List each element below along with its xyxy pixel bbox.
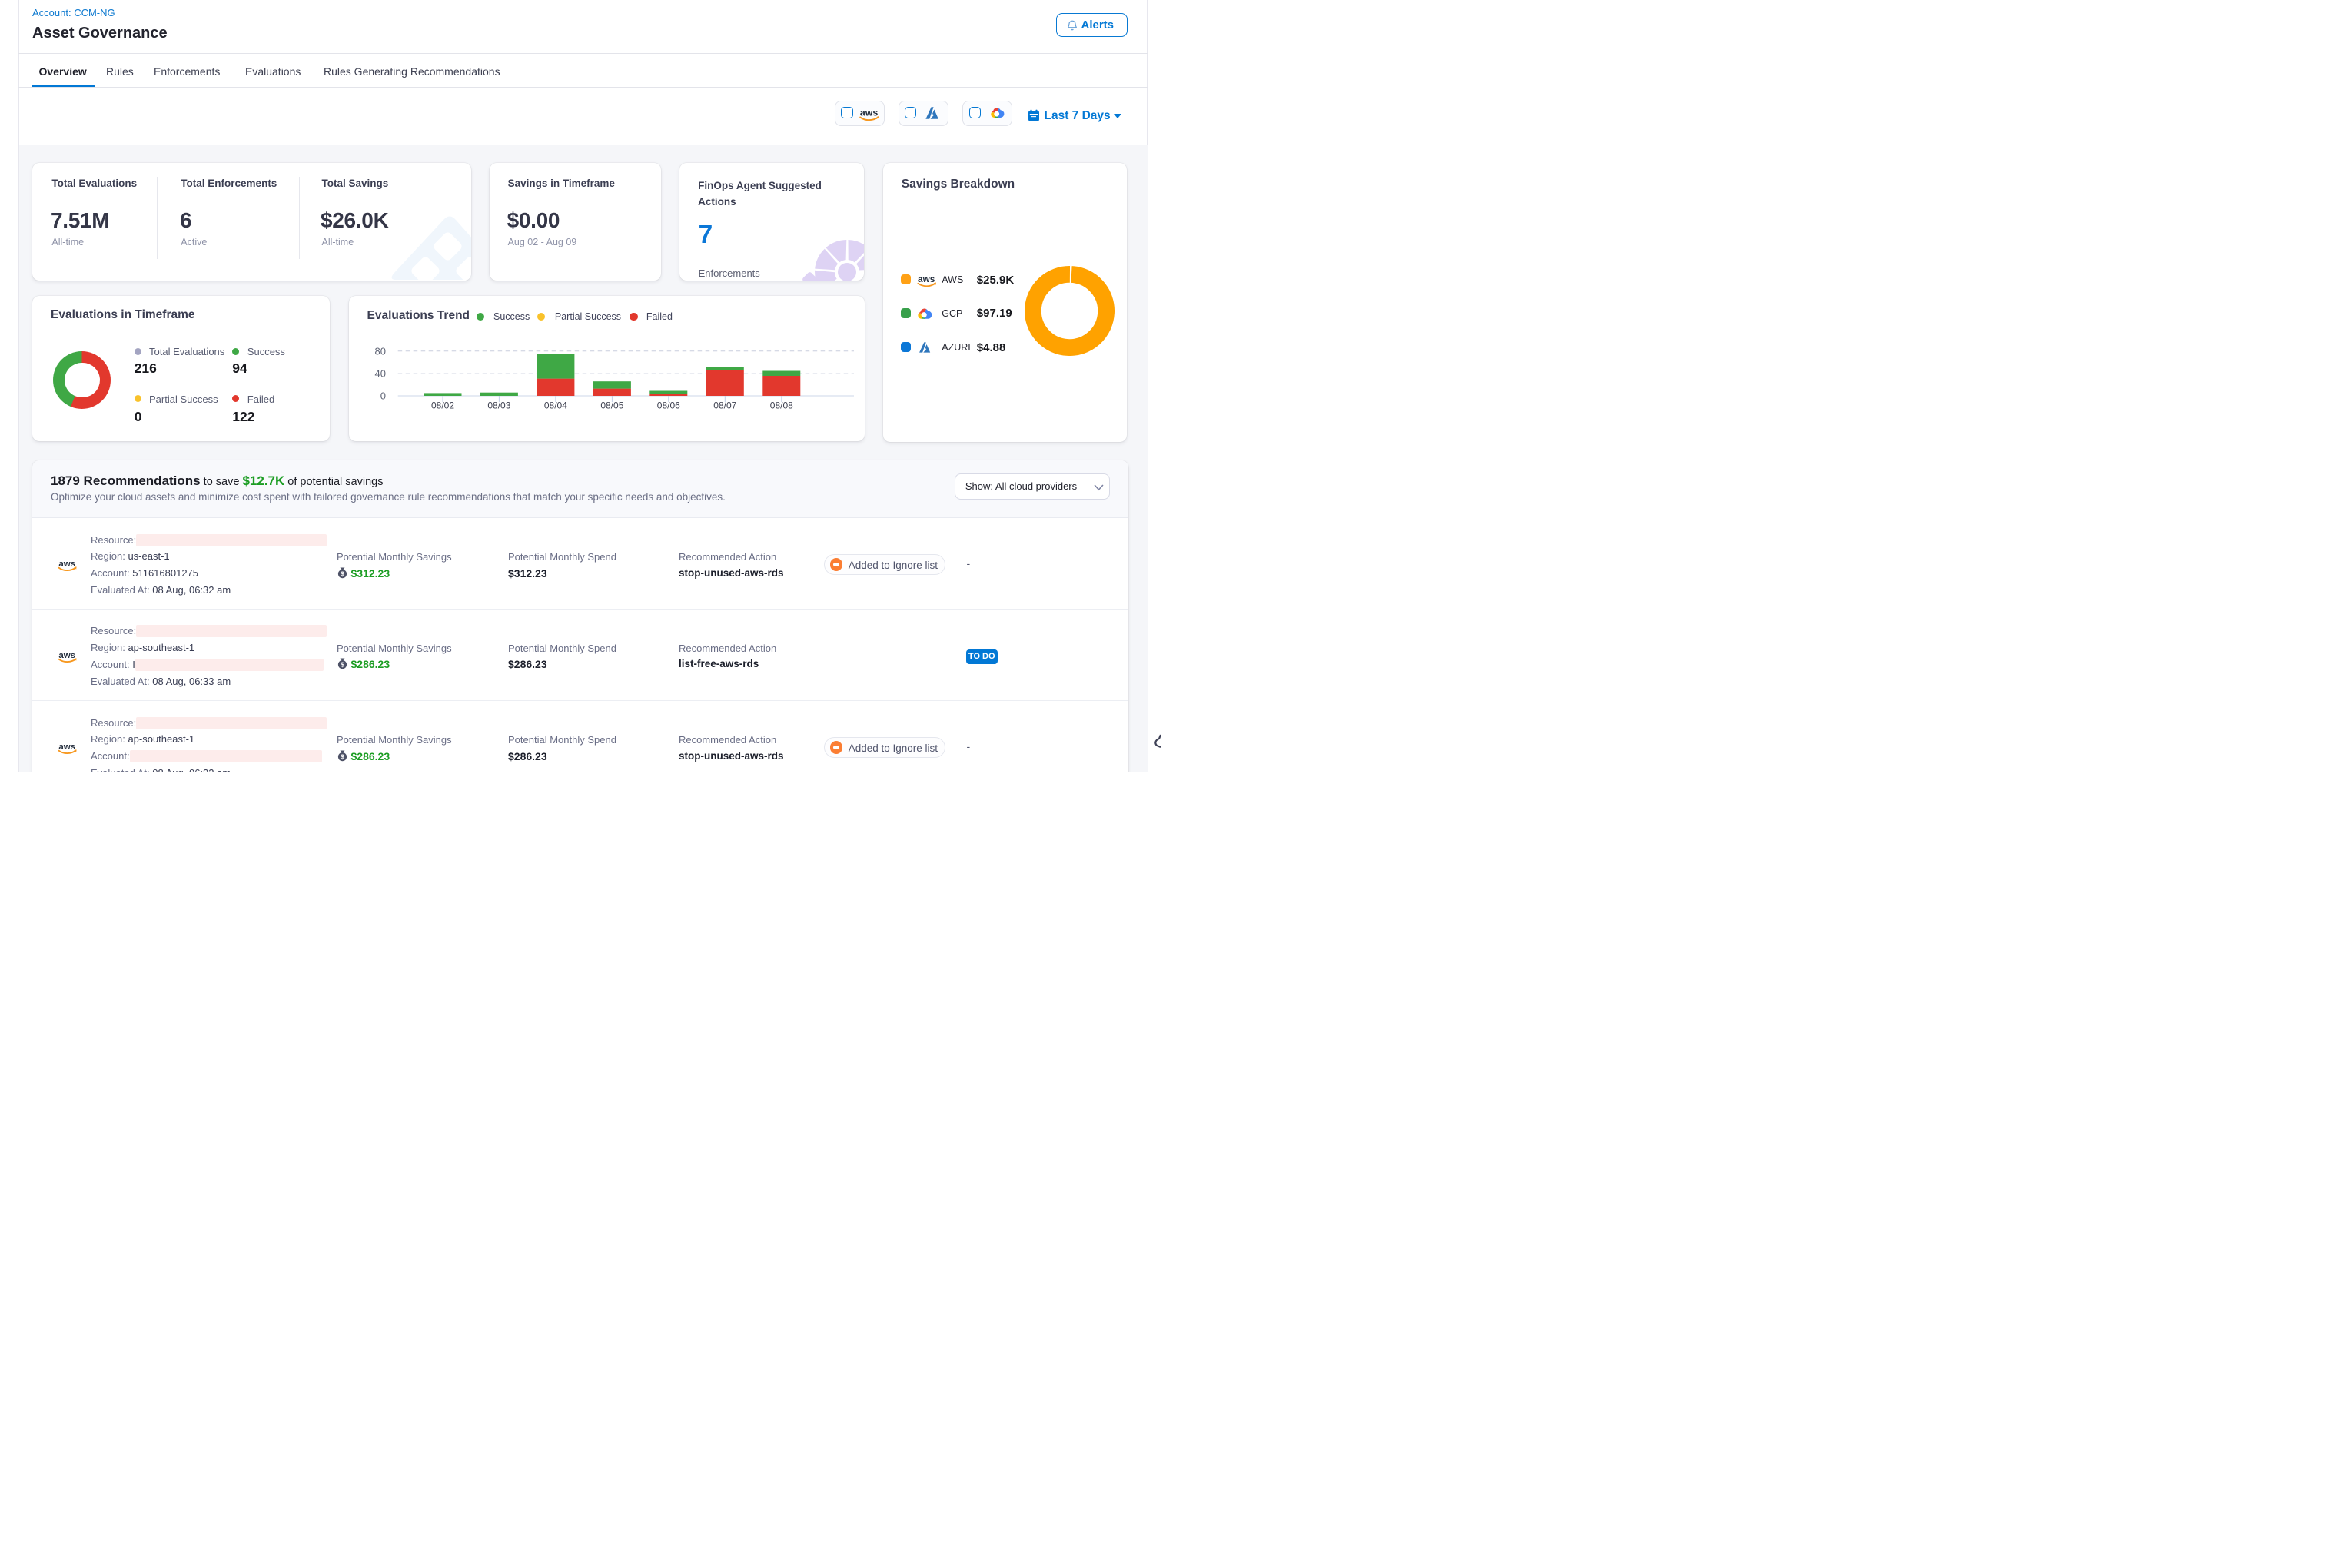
svg-text:aws: aws: [860, 108, 879, 118]
svg-text:08/03: 08/03: [487, 400, 510, 411]
svg-text:0: 0: [380, 390, 385, 402]
svg-text:08/02: 08/02: [430, 400, 453, 411]
svg-text:08/07: 08/07: [713, 400, 736, 411]
svg-text:08/04: 08/04: [543, 400, 566, 411]
svg-text:aws: aws: [58, 560, 75, 569]
svg-text:08/08: 08/08: [769, 400, 792, 411]
svg-text:$: $: [341, 662, 344, 669]
svg-text:aws: aws: [58, 742, 75, 752]
svg-text:80: 80: [374, 346, 385, 357]
svg-text:08/06: 08/06: [656, 400, 679, 411]
svg-text:$: $: [341, 570, 344, 577]
svg-text:aws: aws: [918, 274, 935, 284]
svg-text:aws: aws: [58, 651, 75, 660]
svg-text:08/05: 08/05: [600, 400, 623, 411]
svg-text:40: 40: [374, 368, 385, 380]
svg-text:$: $: [341, 753, 344, 760]
